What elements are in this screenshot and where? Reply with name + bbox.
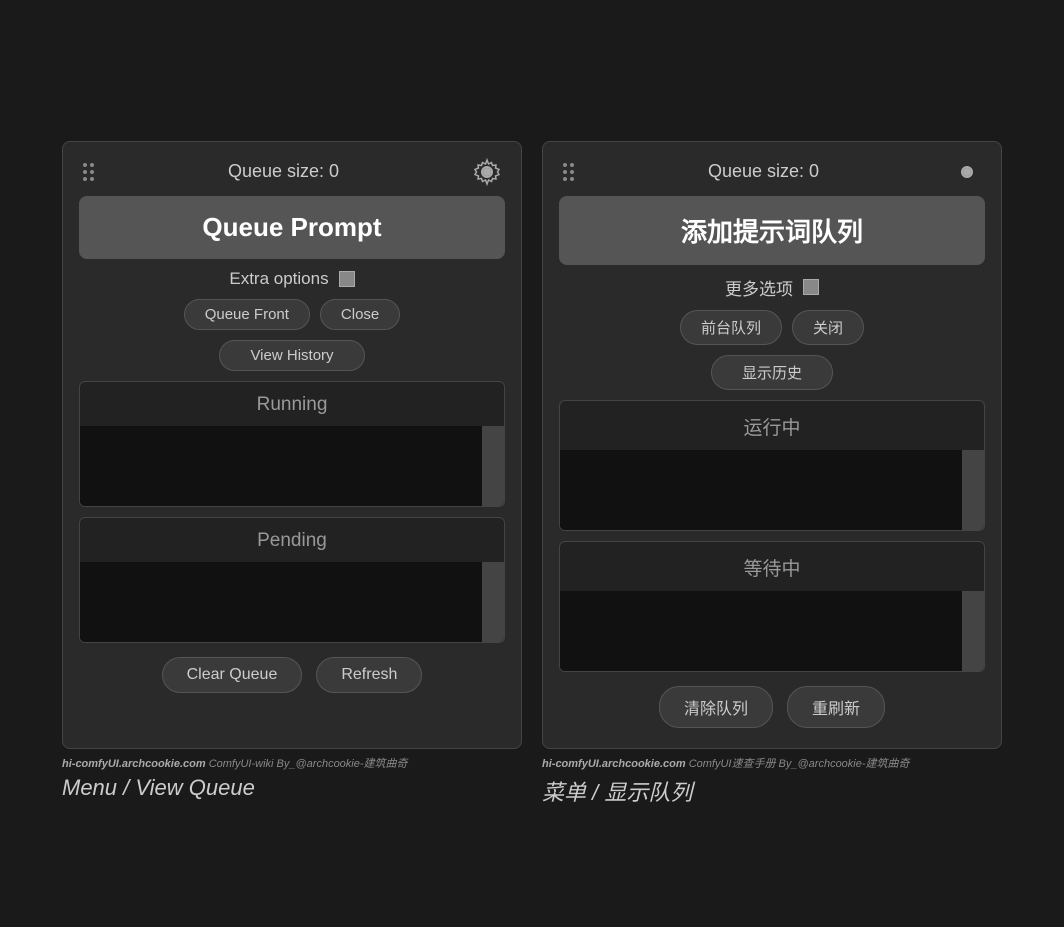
left-footer-sub-text: ComfyUI-wiki By_@archcookie-建筑曲奇 xyxy=(206,758,408,770)
right-pending-label: 等待中 xyxy=(560,542,984,591)
left-history-btn-row: View History xyxy=(79,340,505,371)
right-footer-title: 菜单 / 显示队列 xyxy=(542,775,1002,807)
left-pending-items-list xyxy=(80,562,482,642)
left-queue-size: Queue size: 0 xyxy=(228,161,339,182)
left-extra-options-label: Extra options xyxy=(229,269,328,289)
left-footer: hi-comfyUI.archcookie.com ComfyUI-wiki B… xyxy=(62,755,522,807)
left-bottom-btn-row: Clear Queue Refresh xyxy=(79,653,505,697)
right-extra-options-row: 更多选项 xyxy=(559,275,985,300)
right-queue-prompt-button[interactable]: 添加提示词队列 xyxy=(559,196,985,265)
left-footer-link: hi-comfyUI.archcookie.com ComfyUI-wiki B… xyxy=(62,755,522,771)
right-history-btn-row: 显示历史 xyxy=(559,355,985,390)
right-footer-link: hi-comfyUI.archcookie.com ComfyUI速查手册 By… xyxy=(542,755,1002,771)
right-extra-options-label: 更多选项 xyxy=(725,275,793,300)
right-bottom-btn-row: 清除队列 重刷新 xyxy=(559,682,985,732)
left-running-items-list xyxy=(80,426,482,506)
right-clear-queue-button[interactable]: 清除队列 xyxy=(659,686,773,728)
right-footer-sub-text: ComfyUI速查手册 By_@archcookie-建筑曲奇 xyxy=(686,758,910,770)
left-view-history-button[interactable]: View History xyxy=(219,340,364,371)
left-panel-header: Queue size: 0 xyxy=(79,158,505,186)
right-gear-icon[interactable] xyxy=(953,158,981,186)
right-running-label: 运行中 xyxy=(560,401,984,450)
right-panel-header: Queue size: 0 xyxy=(559,158,985,186)
right-queue-size: Queue size: 0 xyxy=(708,161,819,182)
right-queue-panel: Queue size: 0 添加提示词队列 更多选项 前台队列 关闭 显示历史 … xyxy=(542,141,1002,749)
left-queue-prompt-button[interactable]: Queue Prompt xyxy=(79,196,505,259)
left-action-buttons-row: Queue Front Close xyxy=(79,299,505,330)
left-clear-queue-button[interactable]: Clear Queue xyxy=(162,657,303,693)
right-refresh-button[interactable]: 重刷新 xyxy=(787,686,885,728)
left-running-items-area xyxy=(80,426,504,506)
right-action-buttons-row: 前台队列 关闭 xyxy=(559,310,985,345)
left-footer-link-text: hi-comfyUI.archcookie.com xyxy=(62,758,206,770)
left-pending-items-area xyxy=(80,562,504,642)
right-running-items-list xyxy=(560,450,962,530)
right-pending-section: 等待中 xyxy=(559,541,985,672)
right-drag-handle[interactable] xyxy=(563,163,574,181)
left-drag-handle[interactable] xyxy=(83,163,94,181)
left-extra-options-checkbox[interactable] xyxy=(339,271,355,287)
left-footer-title: Menu / View Queue xyxy=(62,775,522,801)
left-running-section: Running xyxy=(79,381,505,507)
left-pending-label: Pending xyxy=(80,518,504,562)
right-queue-front-button[interactable]: 前台队列 xyxy=(680,310,782,345)
right-close-button[interactable]: 关闭 xyxy=(792,310,864,345)
left-running-label: Running xyxy=(80,382,504,426)
right-view-history-button[interactable]: 显示历史 xyxy=(711,355,833,390)
right-footer-link-text: hi-comfyUI.archcookie.com xyxy=(542,758,686,770)
left-running-scrollbar[interactable] xyxy=(482,426,504,506)
left-queue-panel: Queue size: 0 Queue Prompt Extra options… xyxy=(62,141,522,749)
right-extra-options-checkbox[interactable] xyxy=(803,279,819,295)
right-pending-scrollbar[interactable] xyxy=(962,591,984,671)
left-refresh-button[interactable]: Refresh xyxy=(316,657,422,693)
left-queue-front-button[interactable]: Queue Front xyxy=(184,299,310,330)
left-pending-scrollbar[interactable] xyxy=(482,562,504,642)
right-footer: hi-comfyUI.archcookie.com ComfyUI速查手册 By… xyxy=(542,755,1002,807)
right-running-scrollbar[interactable] xyxy=(962,450,984,530)
right-running-items-area xyxy=(560,450,984,530)
right-running-section: 运行中 xyxy=(559,400,985,531)
right-pending-items-area xyxy=(560,591,984,671)
left-close-button[interactable]: Close xyxy=(320,299,400,330)
left-extra-options-row: Extra options xyxy=(79,269,505,289)
left-pending-section: Pending xyxy=(79,517,505,643)
right-pending-items-list xyxy=(560,591,962,671)
left-gear-icon[interactable] xyxy=(473,158,501,186)
